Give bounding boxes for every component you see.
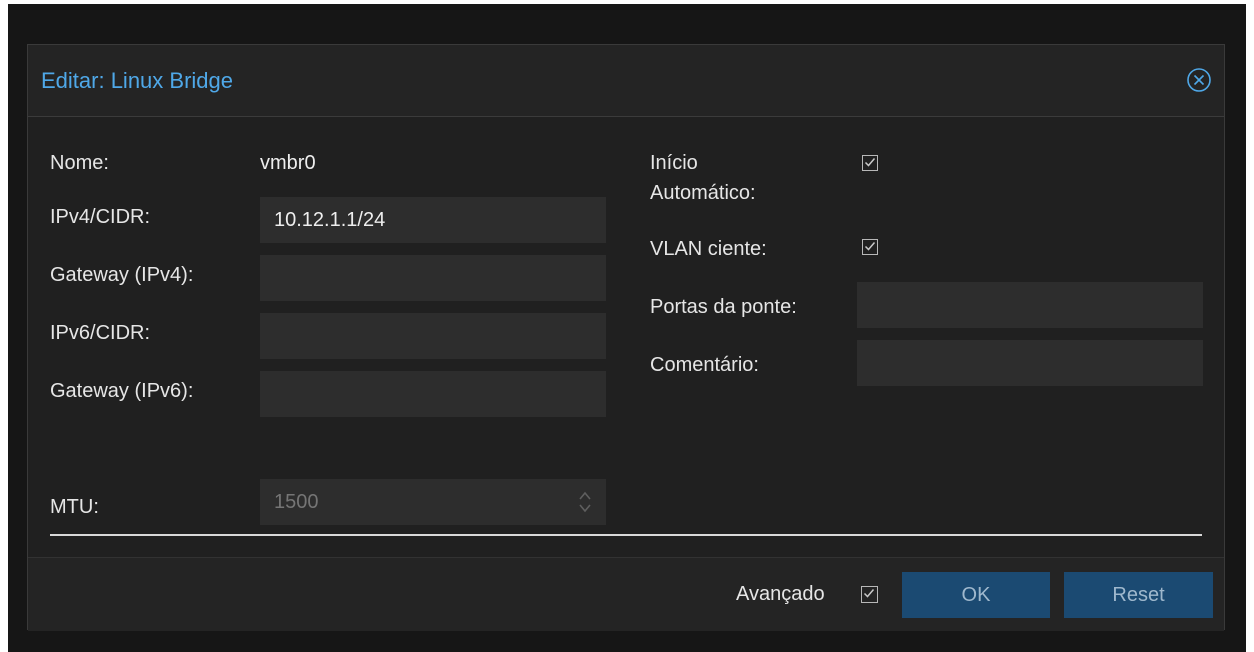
bridge-ports-field[interactable]: [857, 282, 1203, 328]
dialog-titlebar: Editar: Linux Bridge: [28, 45, 1224, 117]
gateway-ipv6-field[interactable]: [260, 371, 606, 417]
ok-button[interactable]: OK: [902, 572, 1050, 618]
comment-field[interactable]: [857, 340, 1203, 386]
comment-label: Comentário:: [650, 354, 759, 376]
dialog-title: Editar: Linux Bridge: [41, 68, 233, 93]
spinner-arrows-icon[interactable]: [578, 489, 592, 515]
gateway-ipv4-label: Gateway (IPv4):: [50, 264, 194, 286]
ipv6-cidr-field[interactable]: [260, 313, 606, 359]
mtu-label: MTU:: [50, 496, 99, 518]
advanced-divider: [50, 534, 1202, 536]
checkmark-icon: [864, 242, 876, 251]
autostart-label-line2: Automático:: [650, 182, 756, 204]
vlan-aware-checkbox[interactable]: [862, 239, 878, 255]
autostart-checkbox[interactable]: [862, 155, 878, 171]
vlan-aware-label: VLAN ciente:: [650, 238, 767, 260]
gateway-ipv4-field[interactable]: [260, 255, 606, 301]
mtu-spinner: [260, 479, 606, 525]
close-icon[interactable]: [1186, 67, 1212, 93]
advanced-label: Avançado: [736, 583, 825, 605]
name-label: Nome:: [50, 152, 109, 174]
dialog-body: Nome: vmbr0 IPv4/CIDR: Gateway (IPv4): I…: [28, 117, 1224, 557]
advanced-checkbox[interactable]: [861, 586, 878, 603]
ipv4-cidr-field[interactable]: [260, 197, 606, 243]
gateway-ipv6-label: Gateway (IPv6):: [50, 380, 194, 402]
checkmark-icon: [863, 589, 875, 598]
autostart-label-line1: Início: [650, 152, 698, 174]
checkmark-icon: [864, 158, 876, 167]
reset-button[interactable]: Reset: [1064, 572, 1213, 618]
ipv4-cidr-label: IPv4/CIDR:: [50, 206, 151, 228]
dialog-footer: Avançado OK Reset: [28, 557, 1224, 631]
ipv6-cidr-label: IPv6/CIDR:: [50, 322, 151, 344]
name-value: vmbr0: [260, 152, 316, 174]
edit-linux-bridge-dialog: Editar: Linux Bridge Nome: vmbr0 IPv4/CI…: [27, 44, 1225, 631]
mtu-field[interactable]: [260, 479, 606, 525]
bridge-ports-label: Portas da ponte:: [650, 296, 797, 318]
